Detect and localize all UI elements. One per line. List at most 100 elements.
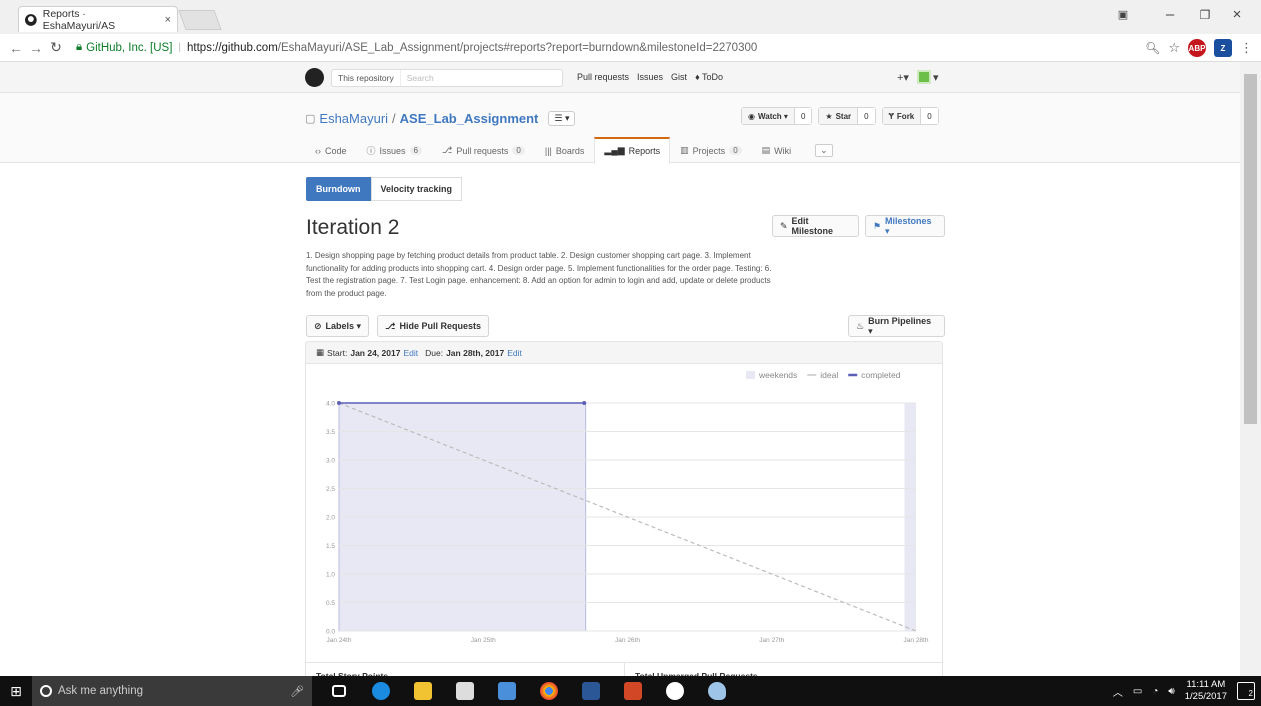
tab-reports[interactable]: ▂▄▆ Reports xyxy=(594,137,671,164)
milestones-dropdown[interactable]: ⚑ Milestones ▾ xyxy=(864,215,945,237)
file-explorer-icon[interactable] xyxy=(404,676,442,706)
browser-tab[interactable]: Reports · EshaMayuri/AS × xyxy=(18,6,178,32)
powerpoint-icon[interactable] xyxy=(614,676,652,706)
report-type-toggle: Burndown Velocity tracking xyxy=(306,177,463,201)
scrollbar-thumb[interactable] xyxy=(1244,74,1257,424)
legend-swatch-weekends xyxy=(746,371,755,379)
microphone-icon[interactable]: 🎤︎ xyxy=(290,685,304,698)
store-icon[interactable] xyxy=(446,676,484,706)
nav-pull-requests[interactable]: Pull requests xyxy=(577,72,629,82)
windows-start-icon[interactable]: ⊞ xyxy=(0,676,32,706)
hide-pull-requests-button[interactable]: ⎇ Hide Pull Requests xyxy=(377,315,489,337)
secure-badge[interactable]: 🔒︎ GitHub, Inc. [US] xyxy=(76,41,172,54)
milestones-label: Milestones ▾ xyxy=(884,215,932,236)
tab-wiki[interactable]: ▤ Wiki xyxy=(752,137,802,165)
create-new-icon[interactable]: +▾ xyxy=(897,71,909,84)
back-icon[interactable]: ← xyxy=(6,40,26,56)
edit-start-link[interactable]: Edit xyxy=(403,348,418,358)
url-field[interactable]: https://github.com/EshaMayuri/ASE_Lab_As… xyxy=(187,42,757,54)
x-tick-label: Jan 25th xyxy=(471,637,496,644)
watch-button[interactable]: ◉ Watch ▾ 0 xyxy=(741,107,813,125)
search-input[interactable]: Search xyxy=(401,73,434,83)
tab-projects[interactable]: ▥ Projects 0 xyxy=(670,137,751,165)
tab-pull-requests[interactable]: ⎇ Pull requests 0 xyxy=(432,137,535,165)
github-logo-icon[interactable] xyxy=(305,68,324,87)
fork-button[interactable]: Ɏ Fork 0 xyxy=(881,107,939,125)
minimize-button[interactable]: – xyxy=(1155,6,1185,23)
burndown-button[interactable]: Burndown xyxy=(306,177,371,201)
edit-milestone-button[interactable]: ✎ Edit Milestone xyxy=(772,215,859,237)
labels-label: Labels ▾ xyxy=(325,320,362,331)
repo-name-link[interactable]: ASE_Lab_Assignment xyxy=(400,111,539,126)
repo-owner-link[interactable]: EshaMayuri xyxy=(319,111,388,126)
tab-title: Reports · EshaMayuri/AS xyxy=(42,7,116,32)
star-count[interactable]: 0 xyxy=(857,108,875,124)
edge-icon[interactable] xyxy=(362,676,400,706)
nav-issues[interactable]: Issues xyxy=(637,72,663,82)
tag-icon: ⊘ xyxy=(314,320,322,331)
user-avatar[interactable]: ▾ xyxy=(916,70,939,84)
nav-gist[interactable]: Gist xyxy=(671,72,687,82)
reload-icon[interactable]: ↻ xyxy=(46,39,66,56)
edit-due-link[interactable]: Edit xyxy=(507,348,522,358)
pencil-icon: ✎ xyxy=(780,220,788,231)
chrome-menu-icon[interactable]: ⋮ xyxy=(1240,40,1253,56)
tab-issues[interactable]: ⓘ Issues 6 xyxy=(357,137,432,165)
calendar-icon: ▦ xyxy=(316,347,325,357)
bookmark-star-icon[interactable]: ☆ xyxy=(1168,40,1180,56)
page-scrollbar[interactable] xyxy=(1240,62,1261,676)
forward-icon[interactable]: → xyxy=(26,40,46,56)
tab-more-button[interactable]: ⌄ xyxy=(805,137,843,165)
velocity-tracking-button[interactable]: Velocity tracking xyxy=(370,177,463,201)
tab-label: Wiki xyxy=(774,145,792,156)
search-box[interactable]: This repository Search xyxy=(331,69,563,87)
profile-icon[interactable]: ▣ xyxy=(1108,8,1138,21)
fork-count[interactable]: 0 xyxy=(920,108,938,124)
labels-dropdown[interactable]: ⊘ Labels ▾ xyxy=(306,315,370,337)
tab-count: 0 xyxy=(512,146,525,155)
watch-count[interactable]: 0 xyxy=(793,108,812,124)
task-view-icon[interactable] xyxy=(320,676,358,706)
y-tick-label: 2.0 xyxy=(326,515,335,522)
z-extension-icon[interactable]: Z xyxy=(1214,39,1232,57)
milestone-title: Iteration 2 xyxy=(306,216,400,239)
word-icon[interactable] xyxy=(572,676,610,706)
y-tick-label: 3.0 xyxy=(326,458,335,465)
cortana-search-input[interactable]: Ask me anything xyxy=(58,685,143,697)
new-tab-button[interactable] xyxy=(178,10,222,30)
maximize-button[interactable]: ❐ xyxy=(1190,8,1220,22)
github-favicon-icon xyxy=(25,13,37,26)
tab-count: 0 xyxy=(729,146,742,155)
star-button[interactable]: ★ Star 0 xyxy=(818,107,876,125)
battery-icon[interactable]: ▭ xyxy=(1133,686,1142,697)
outlook-icon[interactable] xyxy=(488,676,526,706)
pull-request-icon: ⎇ xyxy=(385,320,396,331)
repo-menu-button[interactable]: ☰ ▾ xyxy=(548,111,576,126)
volume-icon[interactable]: 🔊︎ xyxy=(1168,686,1174,697)
zoom-icon[interactable]: 🔍︎ xyxy=(1145,41,1160,55)
chevron-down-icon: ⌄ xyxy=(815,144,833,157)
y-tick-label: 1.5 xyxy=(326,543,335,550)
chrome-icon[interactable] xyxy=(530,676,568,706)
nav-todo[interactable]: ♦ ToDo xyxy=(695,72,723,82)
close-window-button[interactable]: × xyxy=(1222,6,1252,23)
tray-chevron-icon[interactable]: ︿ xyxy=(1113,684,1123,699)
due-label: Due: xyxy=(425,347,444,358)
x-tick-label: Jan 24th xyxy=(327,637,352,644)
tab-label: Issues xyxy=(379,145,406,156)
adblock-extension-icon[interactable]: ABP xyxy=(1188,39,1206,57)
tab-boards[interactable]: ||| Boards xyxy=(535,137,595,165)
paint-icon[interactable] xyxy=(698,676,736,706)
tab-label: Projects xyxy=(692,145,726,156)
y-tick-label: 0.0 xyxy=(326,629,335,636)
clock[interactable]: 11:11 AM 1/25/2017 xyxy=(1185,679,1227,703)
wifi-icon[interactable]: ◔ xyxy=(1152,686,1158,697)
notification-center-icon[interactable]: 2 xyxy=(1237,682,1255,700)
tab-code[interactable]: ‹› Code xyxy=(305,137,357,165)
burn-pipelines-dropdown[interactable]: ♨ Burn Pipelines ▾ xyxy=(848,315,945,337)
avatar-caret-icon: ▾ xyxy=(932,71,939,84)
tab-close-icon[interactable]: × xyxy=(165,14,171,26)
github-desktop-icon[interactable] xyxy=(656,676,694,706)
cortana-search[interactable]: Ask me anything 🎤︎ xyxy=(32,676,312,706)
address-separator: | xyxy=(178,42,182,53)
